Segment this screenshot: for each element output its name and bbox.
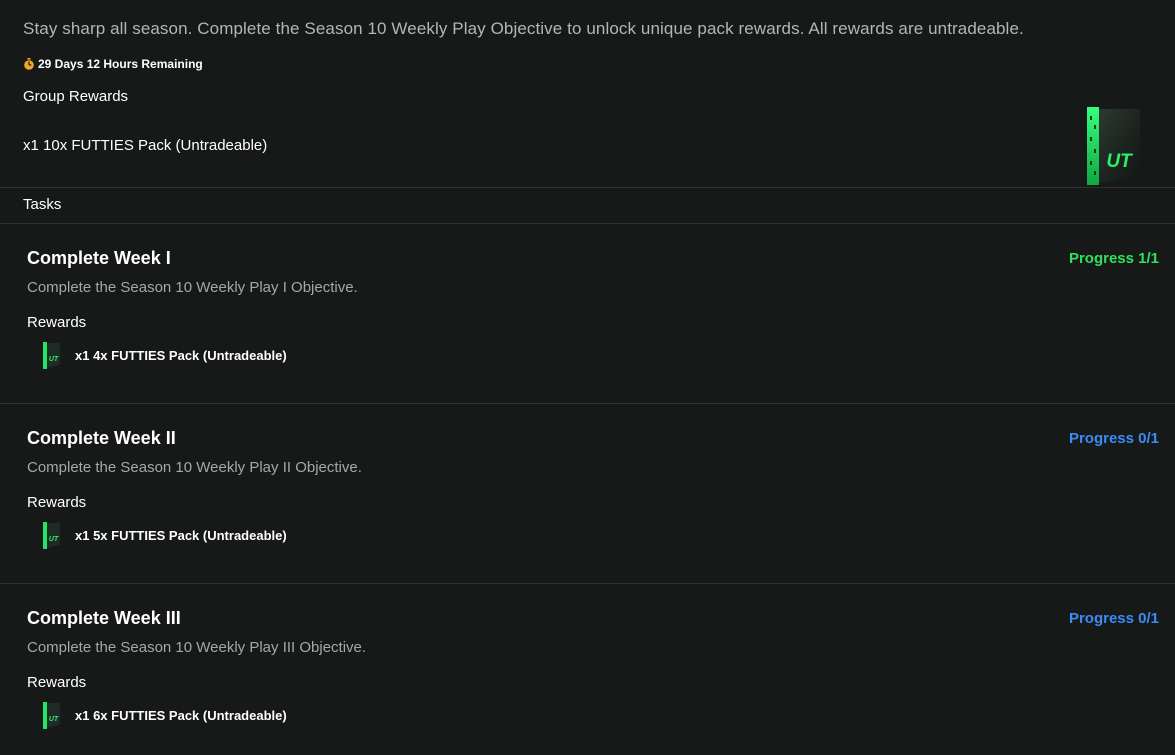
group-reward-item: x1 10x FUTTIES Pack (Untradeable) <box>23 137 268 154</box>
task-rewards-heading: Rewards <box>27 674 87 691</box>
task-progress: Progress 0/1 <box>1068 610 1159 627</box>
task-description: Complete the Season 10 Weekly Play I Obj… <box>27 279 358 296</box>
pack-logo-text: UT <box>49 716 59 723</box>
pack-logo-text: UT <box>49 536 59 543</box>
task-description: Complete the Season 10 Weekly Play III O… <box>27 639 367 656</box>
task-card-week-1[interactable]: Complete Week I Progress 1/1 Complete th… <box>0 224 1175 404</box>
task-reward-item[interactable]: UT x1 6x FUTTIES Pack (Untradeable) <box>42 702 287 729</box>
objective-description: Stay sharp all season. Complete the Seas… <box>23 19 1024 38</box>
task-title: Complete Week III <box>27 608 181 628</box>
time-remaining-text: 29 Days 12 Hours Remaining <box>38 57 203 71</box>
task-progress: Progress 0/1 <box>1068 430 1159 447</box>
time-remaining: 29 Days 12 Hours Remaining <box>23 57 203 71</box>
futties-pack-icon: UT <box>43 522 60 549</box>
task-title: Complete Week II <box>27 428 176 448</box>
task-reward-item[interactable]: UT x1 4x FUTTIES Pack (Untradeable) <box>42 342 287 369</box>
task-description: Complete the Season 10 Weekly Play II Ob… <box>27 459 362 476</box>
task-reward-text: x1 6x FUTTIES Pack (Untradeable) <box>75 708 287 723</box>
objective-page: Stay sharp all season. Complete the Seas… <box>0 0 1175 755</box>
divider <box>0 187 1175 188</box>
task-reward-item[interactable]: UT x1 5x FUTTIES Pack (Untradeable) <box>42 522 287 549</box>
task-reward-text: x1 5x FUTTIES Pack (Untradeable) <box>75 528 287 543</box>
stopwatch-icon <box>24 58 34 70</box>
pack-logo-text: UT <box>49 356 59 363</box>
futties-pack-icon: UT <box>43 702 60 729</box>
task-progress: Progress 1/1 <box>1068 250 1159 267</box>
task-card-week-2[interactable]: Complete Week II Progress 0/1 Complete t… <box>0 404 1175 584</box>
futties-pack-icon[interactable]: UT <box>1085 107 1141 185</box>
tasks-heading: Tasks <box>23 196 62 213</box>
task-card-week-3[interactable]: Complete Week III Progress 0/1 Complete … <box>0 584 1175 755</box>
group-rewards-heading: Group Rewards <box>23 88 129 105</box>
task-rewards-heading: Rewards <box>27 494 87 511</box>
task-rewards-heading: Rewards <box>27 314 87 331</box>
objective-header: Stay sharp all season. Complete the Seas… <box>0 0 1175 188</box>
task-reward-text: x1 4x FUTTIES Pack (Untradeable) <box>75 348 287 363</box>
futties-pack-icon: UT <box>43 342 60 369</box>
task-title: Complete Week I <box>27 248 171 268</box>
pack-logo-text: UT <box>1106 151 1133 172</box>
